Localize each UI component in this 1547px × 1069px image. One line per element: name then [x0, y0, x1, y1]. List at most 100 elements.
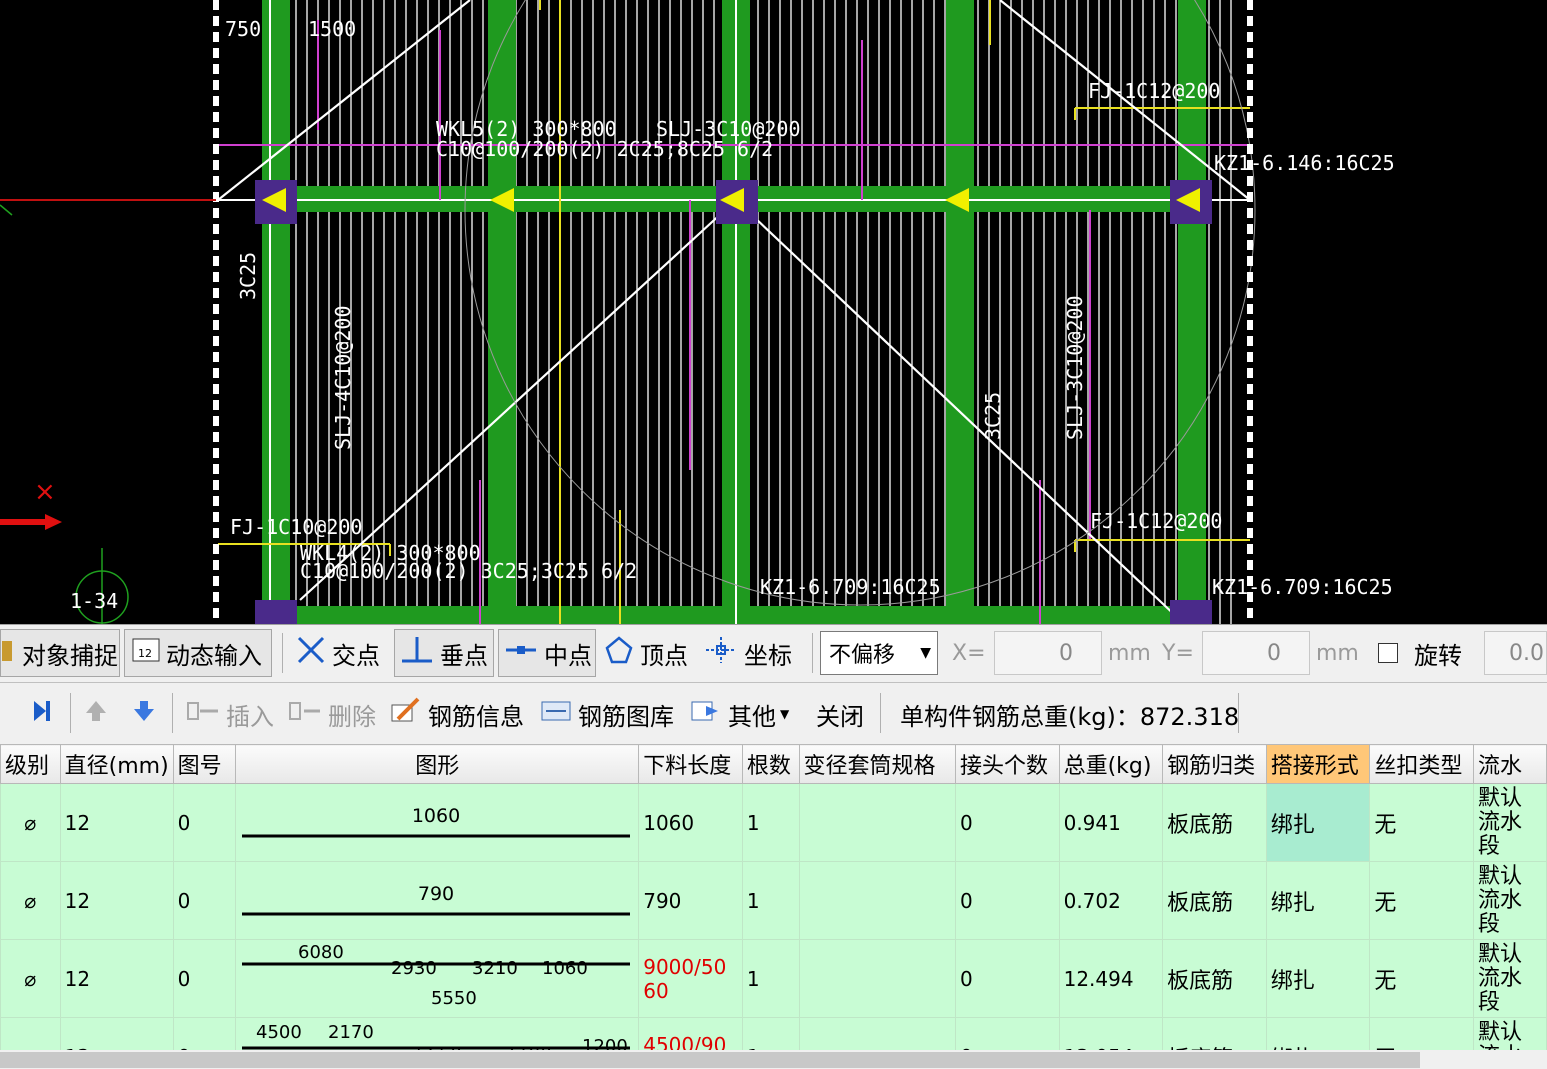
object-snap-button[interactable]: 对象捕捉: [0, 625, 118, 681]
cell-sleeve[interactable]: [798, 861, 956, 940]
cell-diameter[interactable]: 12: [59, 939, 174, 1018]
perpendicular-snap-button[interactable]: 垂点: [400, 625, 488, 681]
x-label: X=: [952, 640, 986, 666]
cad-drawing-canvas[interactable]: × 750 1500 1-34 WKL5(2) 300*800 C10@100/…: [0, 0, 1547, 624]
cell-count[interactable]: 1: [741, 861, 800, 940]
cell-sleeve[interactable]: [798, 783, 956, 862]
y-unit-label: mm: [1316, 640, 1359, 666]
insert-button[interactable]: 插入: [186, 686, 274, 742]
cell-figure-no[interactable]: 0: [172, 861, 237, 940]
cell-grade[interactable]: ⌀: [0, 861, 61, 940]
other-menu-button[interactable]: 其他 ▼: [690, 686, 789, 742]
cell-thread[interactable]: 无: [1369, 939, 1475, 1018]
col-header-category[interactable]: 钢筋归类: [1162, 744, 1267, 784]
midpoint-snap-button[interactable]: 中点: [504, 625, 592, 681]
cell-weight[interactable]: 12.494: [1058, 939, 1164, 1018]
rebar-edit-toolbar: 插入 删除 钢筋信息 钢筋图库 其他 ▼ 关闭 单构件钢筋总重(kg)：872.…: [0, 682, 1547, 744]
cell-diameter[interactable]: 12: [59, 861, 174, 940]
cell-shape[interactable]: 6080 2930 3210 1060 5550: [235, 939, 640, 1018]
col-header-lap[interactable]: 搭接形式: [1265, 744, 1371, 784]
cell-grade[interactable]: [0, 1017, 61, 1050]
cell-count[interactable]: 1: [741, 783, 800, 862]
col-header-flow[interactable]: 流水: [1473, 744, 1547, 784]
table-row[interactable]: 12 0 4500 2170 5650 1190 1200 6080 4500/…: [0, 1017, 1547, 1050]
col-header-sleeve[interactable]: 变径套筒规格: [798, 744, 956, 784]
col-header-count[interactable]: 根数: [741, 744, 800, 784]
cell-joints[interactable]: 0: [954, 861, 1060, 940]
coordinate-snap-button[interactable]: 坐标: [704, 625, 792, 681]
cell-flow[interactable]: 默认流水段: [1473, 783, 1547, 862]
table-row[interactable]: ⌀ 12 0 790 790 1 0 0.702 板底筋 绑扎 无 默认流水段: [0, 861, 1547, 940]
rotate-checkbox[interactable]: [1378, 643, 1398, 663]
cell-flow[interactable]: 默认流水段: [1473, 1017, 1547, 1050]
cell-category[interactable]: 板底筋: [1162, 783, 1267, 862]
move-up-button[interactable]: [84, 686, 108, 742]
table-row[interactable]: ⌀ 12 0 6080 2930 3210 1060 5550 9000/506…: [0, 939, 1547, 1018]
col-header-diameter[interactable]: 直径(mm): [59, 744, 174, 784]
x-coordinate-input[interactable]: 0: [994, 631, 1102, 675]
cell-lap[interactable]: 绑扎: [1265, 783, 1371, 862]
cell-count[interactable]: 1: [741, 939, 800, 1018]
delete-button[interactable]: 删除: [288, 686, 376, 742]
cell-weight[interactable]: 13.054: [1058, 1017, 1164, 1050]
cell-figure-no[interactable]: 0: [172, 783, 237, 862]
cell-length[interactable]: 1060: [638, 783, 743, 862]
scrollbar-thumb[interactable]: [0, 1052, 1420, 1068]
last-record-button[interactable]: [30, 686, 54, 742]
col-header-shape[interactable]: 图形: [235, 744, 640, 784]
rotate-angle-input[interactable]: 0.0: [1484, 631, 1547, 675]
cell-category[interactable]: 板底筋: [1162, 939, 1267, 1018]
intersection-snap-button[interactable]: 交点: [296, 625, 380, 681]
cell-diameter[interactable]: 12: [59, 783, 174, 862]
cell-count[interactable]: 1: [741, 1017, 800, 1050]
offset-mode-select[interactable]: 不偏移 ▼: [820, 631, 938, 675]
cell-joints[interactable]: 0: [954, 1017, 1060, 1050]
cell-lap[interactable]: 绑扎: [1265, 1017, 1371, 1050]
y-coordinate-input[interactable]: 0: [1202, 631, 1310, 675]
cell-figure-no[interactable]: 0: [172, 1017, 237, 1050]
col-header-length[interactable]: 下料长度: [638, 744, 743, 784]
rebar-library-button[interactable]: 钢筋图库: [540, 686, 674, 742]
col-header-joints[interactable]: 接头个数: [954, 744, 1060, 784]
svg-text:12: 12: [138, 647, 152, 660]
table-row[interactable]: ⌀ 12 0 1060 1060 1 0 0.941 板底筋 绑扎 无 默认流水…: [0, 783, 1547, 862]
snap-toolbar: 对象捕捉 12 动态输入 交点 垂点 中点 顶点 坐标 不偏移 ▼ X= 0 m…: [0, 624, 1547, 682]
cell-joints[interactable]: 0: [954, 783, 1060, 862]
cell-thread[interactable]: 无: [1369, 783, 1475, 862]
cell-length[interactable]: 790: [638, 861, 743, 940]
cell-grade[interactable]: ⌀: [0, 783, 61, 862]
close-button[interactable]: 关闭: [816, 686, 864, 742]
cell-lap[interactable]: 绑扎: [1265, 861, 1371, 940]
col-header-figure-no[interactable]: 图号: [172, 744, 237, 784]
cell-diameter[interactable]: 12: [59, 1017, 174, 1050]
axis-label: 1-34: [70, 589, 118, 613]
move-down-button[interactable]: [132, 686, 156, 742]
cell-shape[interactable]: 1060: [235, 783, 640, 862]
cell-sleeve[interactable]: [798, 939, 956, 1018]
cell-sleeve[interactable]: [798, 1017, 956, 1050]
dynamic-input-button[interactable]: 12 动态输入: [132, 625, 262, 681]
cell-figure-no[interactable]: 0: [172, 939, 237, 1018]
cell-length[interactable]: 4500/9000/1200: [638, 1017, 743, 1050]
cell-lap[interactable]: 绑扎: [1265, 939, 1371, 1018]
col-header-weight[interactable]: 总重(kg): [1058, 744, 1164, 784]
skip-end-icon: [30, 697, 54, 731]
cell-joints[interactable]: 0: [954, 939, 1060, 1018]
col-header-grade[interactable]: 级别: [0, 744, 61, 784]
cell-flow[interactable]: 默认流水段: [1473, 861, 1547, 940]
vertex-snap-button[interactable]: 顶点: [604, 625, 688, 681]
cell-weight[interactable]: 0.941: [1058, 783, 1164, 862]
cell-category[interactable]: 板底筋: [1162, 861, 1267, 940]
cell-thread[interactable]: 无: [1369, 1017, 1475, 1050]
cell-length[interactable]: 9000/5060: [638, 939, 743, 1018]
cell-shape[interactable]: 790: [235, 861, 640, 940]
cell-grade[interactable]: ⌀: [0, 939, 61, 1018]
cell-category[interactable]: 板底筋: [1162, 1017, 1267, 1050]
rebar-plan-drawing[interactable]: × 750 1500 1-34 WKL5(2) 300*800 C10@100/…: [0, 0, 1547, 624]
cell-shape[interactable]: 4500 2170 5650 1190 1200 6080: [235, 1017, 640, 1050]
cell-flow[interactable]: 默认流水段: [1473, 939, 1547, 1018]
cell-thread[interactable]: 无: [1369, 861, 1475, 940]
rebar-info-button[interactable]: 钢筋信息: [390, 686, 524, 742]
col-header-thread[interactable]: 丝扣类型: [1369, 744, 1475, 784]
cell-weight[interactable]: 0.702: [1058, 861, 1164, 940]
